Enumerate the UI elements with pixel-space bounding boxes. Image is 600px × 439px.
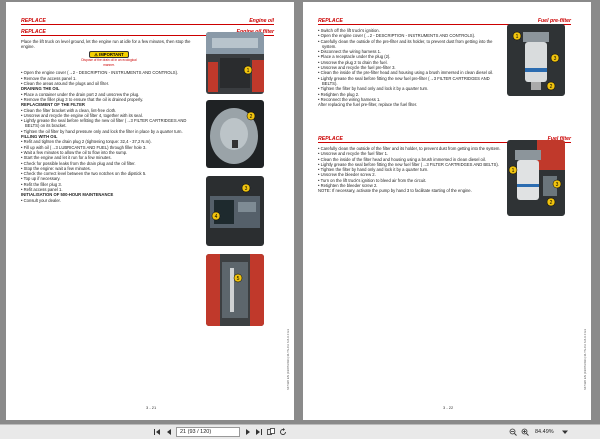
prefilter-text: • Switch off the lift truck's ignition. … (318, 28, 506, 107)
page-number: 3 - 22 (443, 405, 454, 410)
header-left: REPLACE (21, 18, 46, 24)
zoom-level[interactable]: 84.49% (535, 427, 554, 437)
doc-code: 647428 EN (19/07/2021) M-TS-CA 6-8-9 Z E… (286, 328, 290, 390)
after-note: After replacing the fuel pre-filter, rep… (318, 102, 418, 108)
page-number: 3 - 21 (146, 405, 157, 410)
prev-page-button[interactable] (164, 427, 174, 437)
viewer-toolbar: 21 (93 / 120) 84.49% (0, 424, 600, 439)
first-page-button[interactable] (152, 427, 162, 437)
page-number-field[interactable]: 21 (93 / 120) (176, 427, 240, 437)
zoom-in-icon (521, 428, 529, 436)
header-left: REPLACE (318, 18, 343, 24)
note-text: NOTE: If necessary, activate the pump by… (318, 188, 472, 194)
page-left: REPLACE Engine oil REPLACE Engine oil fi… (6, 2, 294, 420)
warning-sub: Dispose of the drain oil in an ecologica… (81, 57, 137, 68)
svg-text:3: 3 (554, 56, 557, 62)
fuel-filter-photo: 1 2 3 (507, 140, 565, 216)
list-item: • Lightly grease the seal before fitting… (318, 75, 490, 86)
svg-text:2: 2 (550, 200, 553, 206)
next-page-button[interactable] (243, 427, 253, 437)
engine-oil-photo-1: 1 (206, 32, 264, 94)
warning-label: ⚠ IMPORTANT (89, 50, 129, 58)
section-header: REPLACE Engine oil (21, 16, 274, 25)
svg-text:4: 4 (215, 214, 218, 220)
zoom-out-icon (509, 428, 517, 436)
svg-text:5: 5 (237, 276, 240, 282)
svg-text:2: 2 (550, 84, 553, 90)
rotate-button[interactable] (278, 427, 288, 437)
document-viewer[interactable]: REPLACE Engine oil REPLACE Engine oil fi… (0, 0, 600, 424)
list-item: • Consult your dealer. (21, 197, 61, 203)
warning-box: ⚠ IMPORTANT Dispose of the drain oil in … (79, 50, 139, 69)
prev-page-icon (167, 429, 171, 435)
engine-oil-photo-4: 5 (206, 254, 264, 326)
next-page-icon (246, 429, 250, 435)
svg-text:3: 3 (556, 182, 559, 188)
pages-icon (267, 428, 275, 435)
subheader-left: REPLACE (21, 29, 46, 35)
fuel-prefilter-photo: 1 3 2 (507, 24, 565, 96)
fuelfilter-text: • Carefully clean the outside of the fil… (318, 146, 506, 194)
last-page-icon (256, 429, 262, 435)
list-item: • Carefully clean the outside of the pre… (318, 38, 493, 49)
doc-code: 647428 EN (19/07/2021) M-TS-CA 6-8-9 Z E… (583, 328, 587, 390)
svg-text:1: 1 (512, 168, 515, 174)
header-right: Engine oil (249, 18, 274, 24)
svg-text:3: 3 (245, 186, 248, 192)
left-body-text: Place the lift truck on level ground, le… (21, 39, 197, 203)
list-item: • Lightly grease the seal before refitti… (21, 118, 187, 129)
svg-text:2: 2 (250, 114, 253, 120)
engine-oil-photo-3: 3 4 (206, 176, 264, 246)
zoom-in-button[interactable] (520, 427, 530, 437)
intro-text: Place the lift truck on level ground, le… (21, 39, 191, 50)
last-page-button[interactable] (254, 427, 264, 437)
engine-oil-photo-2: 2 (206, 100, 264, 168)
chevron-down-icon (562, 430, 568, 434)
zoom-menu-button[interactable] (560, 427, 570, 437)
svg-text:1: 1 (516, 34, 519, 40)
page-right: REPLACE Fuel pre-filter • Switch off the… (303, 2, 591, 420)
view-mode-button[interactable] (266, 427, 276, 437)
zoom-out-button[interactable] (508, 427, 518, 437)
rotate-icon (280, 428, 286, 435)
svg-text:1: 1 (247, 68, 250, 74)
first-page-icon (154, 429, 160, 435)
header-left: REPLACE (318, 136, 343, 142)
